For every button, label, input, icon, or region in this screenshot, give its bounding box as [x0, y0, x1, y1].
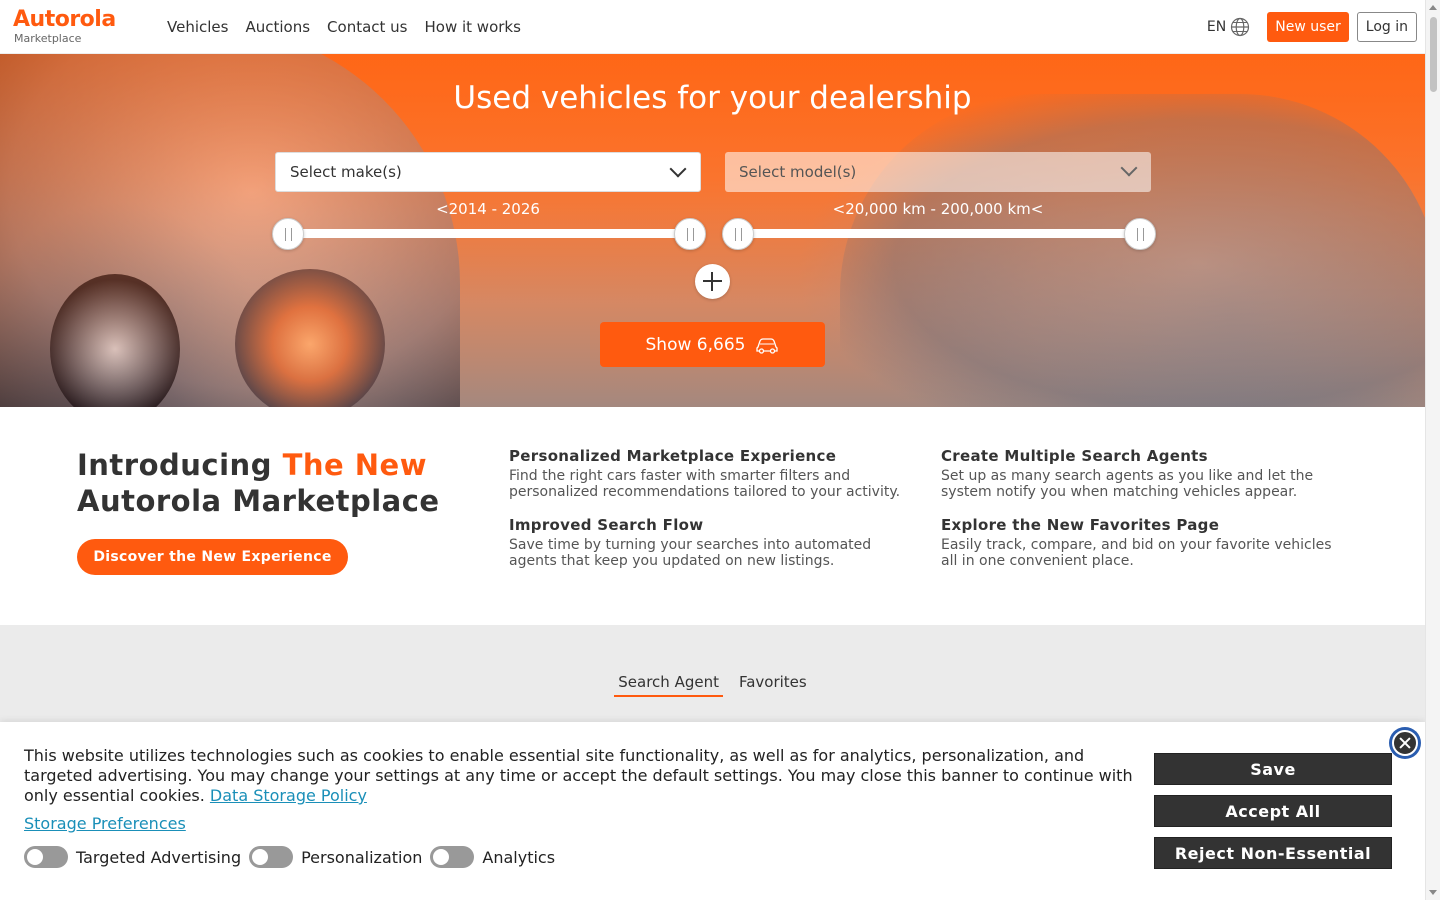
feature-search-flow: Improved Search Flow Save time by turnin…: [509, 516, 919, 569]
km-range-label: <20,000 km - 200,000 km<: [832, 200, 1044, 218]
globe-icon: [1231, 17, 1250, 37]
intro-title-highlight: The New: [282, 448, 427, 482]
year-max-handle[interactable]: [674, 218, 706, 250]
data-storage-policy-link[interactable]: Data Storage Policy: [210, 786, 367, 805]
show-results-label: Show 6,665: [645, 334, 746, 355]
cookie-reject-button[interactable]: Reject Non-Essential: [1154, 837, 1392, 869]
year-range-label: <2014 - 2026: [436, 200, 540, 218]
toggle-label: Personalization: [301, 847, 423, 867]
tabs-section: Search Agent Favorites: [0, 625, 1425, 735]
km-max-handle[interactable]: [1124, 218, 1156, 250]
feature-text: Find the right cars faster with smarter …: [509, 468, 901, 500]
model-select-label: Select model(s): [739, 163, 857, 181]
feature-text: Easily track, compare, and bid on your f…: [941, 537, 1332, 569]
feature-search-agents: Create Multiple Search Agents Set up as …: [941, 447, 1351, 500]
logo-text: Autorola: [13, 7, 116, 32]
intro-section: Introducing The New Autorola Marketplace…: [0, 407, 1425, 625]
discover-button[interactable]: Discover the New Experience: [77, 539, 348, 575]
intro-title-part1: Introducing: [77, 448, 283, 482]
autorola-logo[interactable]: Autorola Marketplace: [13, 7, 133, 47]
login-button[interactable]: Log in: [1356, 12, 1417, 42]
feature-title: Personalized Marketplace Experience: [509, 447, 837, 465]
nav-how-it-works[interactable]: How it works: [425, 18, 521, 36]
feature-title: Create Multiple Search Agents: [941, 447, 1208, 465]
close-banner-button[interactable]: [1389, 727, 1421, 759]
storage-preferences-link[interactable]: Storage Preferences: [24, 814, 186, 833]
cookie-accept-all-button[interactable]: Accept All: [1154, 795, 1392, 827]
tab-bar: Search Agent Favorites: [0, 673, 1425, 697]
feature-title: Explore the New Favorites Page: [941, 516, 1220, 534]
intro-title-part2: Autorola Marketplace: [77, 484, 440, 518]
scroll-up-arrow-icon[interactable]: [1429, 5, 1437, 10]
cookie-text: This website utilizes technologies such …: [24, 746, 1139, 806]
km-min-handle[interactable]: [722, 218, 754, 250]
feature-favorites: Explore the New Favorites Page Easily tr…: [941, 516, 1351, 569]
toggle-analytics: Analytics: [430, 846, 555, 868]
nav-vehicles[interactable]: Vehicles: [167, 18, 228, 36]
analytics-switch[interactable]: [430, 846, 475, 868]
intro-title: Introducing The New Autorola Marketplace: [77, 447, 497, 519]
toggle-label: Targeted Advertising: [76, 847, 242, 867]
close-icon: [1392, 730, 1418, 756]
tab-search-agent[interactable]: Search Agent: [614, 673, 723, 697]
page-scrollbar[interactable]: [1425, 0, 1440, 900]
tab-favorites[interactable]: Favorites: [735, 673, 811, 697]
cookie-toggles: Targeted Advertising Personalization Ana…: [24, 846, 555, 868]
scroll-down-arrow-icon[interactable]: [1429, 890, 1437, 895]
scrollbar-thumb[interactable]: [1430, 17, 1437, 92]
cookie-save-button[interactable]: Save: [1154, 753, 1392, 785]
cookie-message: This website utilizes technologies such …: [24, 746, 1133, 805]
feature-text: Set up as many search agents as you like…: [941, 468, 1314, 500]
show-results-button[interactable]: Show 6,665: [600, 322, 825, 367]
chevron-down-icon: [669, 160, 687, 178]
chevron-down-icon: [1120, 159, 1138, 177]
car-icon: [756, 337, 779, 354]
personalization-switch[interactable]: [249, 846, 294, 868]
km-range-track[interactable]: [738, 229, 1140, 238]
language-code: EN: [1206, 19, 1227, 35]
make-select-label: Select make(s): [290, 163, 402, 181]
more-filters-plus-button[interactable]: [695, 264, 730, 299]
feature-title: Improved Search Flow: [509, 516, 704, 534]
toggle-targeted-advertising: Targeted Advertising: [24, 846, 241, 868]
header-actions: EN New user Log in: [1207, 12, 1417, 42]
logo-subtitle: Marketplace: [14, 32, 82, 45]
cookie-banner: This website utilizes technologies such …: [0, 722, 1425, 900]
hero-title: Used vehicles for your dealership: [453, 80, 972, 116]
new-user-button[interactable]: New user: [1267, 12, 1349, 42]
site-header: Autorola Marketplace Vehicles Auctions C…: [0, 0, 1425, 54]
toggle-label: Analytics: [482, 847, 556, 867]
nav-contact-us[interactable]: Contact us: [327, 18, 407, 36]
make-select[interactable]: Select make(s): [275, 152, 701, 192]
nav-auctions[interactable]: Auctions: [245, 18, 310, 36]
toggle-personalization: Personalization: [249, 846, 422, 868]
feature-text: Save time by turning your searches into …: [509, 537, 872, 569]
year-min-handle[interactable]: [272, 218, 304, 250]
model-select[interactable]: Select model(s): [725, 152, 1151, 192]
language-selector[interactable]: EN: [1207, 17, 1250, 37]
main-nav: Vehicles Auctions Contact us How it work…: [167, 0, 521, 54]
feature-personalized: Personalized Marketplace Experience Find…: [509, 447, 919, 500]
year-range-track[interactable]: [288, 229, 690, 238]
targeted-advertising-switch[interactable]: [24, 846, 68, 868]
